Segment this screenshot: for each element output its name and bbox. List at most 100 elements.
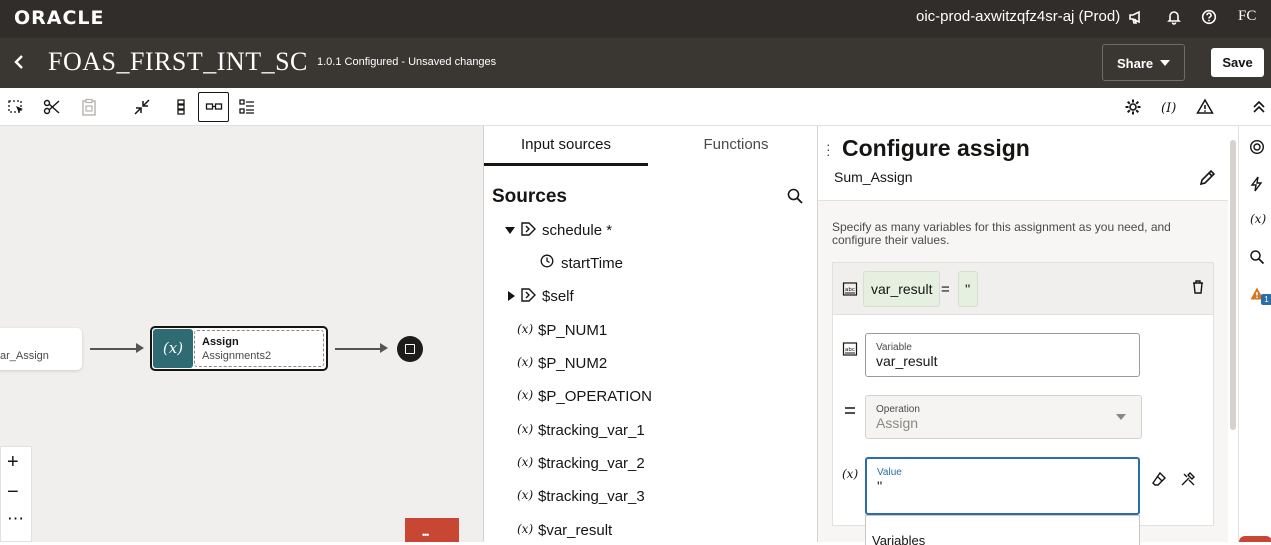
variable-field[interactable]: Variable var_result [865, 333, 1140, 377]
chevron-down-icon [1160, 60, 1170, 66]
value-suggestions-dropdown[interactable]: Variables [865, 515, 1140, 545]
summary-equals: = [941, 281, 950, 298]
chevron-up-icon[interactable] [1250, 98, 1268, 116]
horizontal-layout-toggle[interactable] [198, 92, 229, 122]
help-icon[interactable] [1201, 9, 1217, 25]
source-item[interactable]: $P_NUM2 [538, 355, 607, 372]
bell-icon[interactable] [1166, 9, 1182, 25]
variable-icon: (x) [517, 355, 534, 369]
summary-variable: var_result [863, 271, 941, 307]
user-avatar[interactable]: FC [1238, 8, 1256, 25]
zoom-out-button[interactable]: − [7, 481, 19, 504]
vertical-layout-icon[interactable] [172, 98, 190, 116]
source-item[interactable]: $tracking_var_2 [538, 455, 645, 472]
instructions: Specify as many variables for this assig… [832, 220, 1171, 247]
string-type-icon: abc [842, 342, 858, 356]
eraser-icon[interactable] [1151, 471, 1167, 487]
select-icon[interactable] [7, 98, 25, 116]
gear-icon[interactable] [1124, 98, 1142, 116]
previous-node-label: ar_Assign [0, 350, 49, 362]
cut-icon[interactable] [43, 98, 61, 116]
summary-value: '' [958, 271, 978, 307]
connector-line [335, 348, 381, 350]
back-icon[interactable] [10, 51, 28, 73]
schema-icon [521, 288, 536, 302]
version-status: 1.0.1 Configured - Unsaved changes [317, 56, 497, 68]
save-button[interactable]: Save [1211, 48, 1264, 77]
source-item[interactable]: $tracking_var_3 [538, 488, 645, 505]
svg-text:(I): (I) [1161, 101, 1176, 116]
source-item[interactable]: $var_result [538, 522, 612, 539]
previous-node[interactable]: ar_Assign [0, 328, 82, 370]
dropdown-group-label: Variables [872, 533, 926, 545]
equals-icon [845, 407, 855, 414]
variable-icon: (x) [517, 522, 534, 536]
search-icon[interactable] [786, 187, 804, 205]
horizontal-layout-icon [205, 103, 223, 110]
string-type-icon: abc [842, 282, 858, 296]
canvas-toolbar: (I) [0, 88, 1271, 126]
integration-canvas[interactable]: ar_Assign (x) Assign Assignments2 + − ⋯ [0, 126, 483, 542]
variable-icon: (x) [842, 467, 859, 481]
operation-select: Operation Assign [865, 395, 1142, 439]
target-icon[interactable] [1249, 139, 1265, 155]
tab-functions[interactable]: Functions [654, 126, 818, 166]
variable-icon[interactable]: (x) [1250, 212, 1266, 226]
rail-error-tab[interactable] [1239, 536, 1271, 542]
connector-arrow [136, 343, 144, 353]
tab-input-sources[interactable]: Input sources [484, 126, 648, 166]
expand-chevron-icon[interactable] [508, 291, 515, 301]
error-node[interactable] [405, 518, 459, 542]
variable-icon: (x) [517, 322, 534, 336]
paste-icon[interactable] [80, 98, 98, 116]
announcement-icon[interactable] [1128, 9, 1144, 25]
zoom-controls: + − ⋯ [0, 446, 32, 542]
right-rail: (x) 1 [1238, 126, 1271, 542]
variables-icon[interactable]: (I) [1160, 98, 1178, 116]
assign-node[interactable]: (x) Assign Assignments2 [150, 326, 328, 371]
source-item[interactable]: startTime [561, 255, 623, 272]
configure-body: Specify as many variables for this assig… [818, 200, 1238, 545]
search-icon[interactable] [1249, 249, 1265, 265]
schema-icon [521, 222, 536, 236]
zoom-in-button[interactable]: + [7, 451, 19, 474]
assignment-card: abc var_result = '' abc Variable var_res… [832, 262, 1214, 545]
list-layout-icon[interactable] [238, 98, 256, 116]
expand-chevron-icon[interactable] [505, 227, 515, 234]
assignment-summary[interactable]: abc var_result = '' [833, 263, 1213, 315]
collapse-icon[interactable] [133, 98, 151, 116]
share-label: Share [1117, 56, 1154, 71]
trash-icon[interactable] [1191, 279, 1205, 295]
source-item[interactable]: schedule * [542, 222, 612, 239]
integration-titlebar: FOAS_FIRST_INT_SC 1.0.1 Configured - Uns… [0, 38, 1271, 88]
share-button[interactable]: Share [1102, 44, 1185, 81]
drag-handle-icon[interactable]: · · · [826, 137, 831, 161]
end-node[interactable] [397, 336, 423, 362]
source-item[interactable]: $tracking_var_1 [538, 422, 645, 439]
operation-field-label: Operation [876, 404, 920, 415]
warning-icon[interactable] [1196, 98, 1214, 116]
assign-node-subtitle: Assignments2 [202, 350, 272, 362]
source-item[interactable]: $P_NUM1 [538, 322, 607, 339]
more-options-button[interactable]: ⋯ [7, 509, 24, 529]
oracle-logo: ORACLE [14, 7, 105, 29]
lightning-icon[interactable] [1249, 176, 1265, 192]
integration-name: FOAS_FIRST_INT_SC [48, 47, 308, 76]
pencil-icon[interactable] [1198, 169, 1216, 187]
scrollbar-thumb[interactable] [1230, 140, 1236, 430]
action-name: Sum_Assign [834, 169, 913, 185]
value-field-label: Value [877, 467, 902, 478]
variable-icon: (x) [517, 388, 534, 402]
operation-field-value: Assign [876, 415, 919, 431]
warning-count-badge: 1 [1261, 294, 1271, 305]
value-field[interactable]: Value '' [865, 457, 1140, 515]
panel-scrollbar[interactable] [1228, 126, 1238, 542]
assign-node-title: Assign [202, 336, 239, 348]
source-item[interactable]: $self [542, 288, 574, 305]
variable-field-value: var_result [876, 353, 938, 369]
mapper-tools-icon[interactable] [1180, 471, 1196, 487]
sources-heading: Sources [492, 186, 567, 207]
chevron-down-icon [1116, 414, 1126, 420]
source-item[interactable]: $P_OPERATION [538, 388, 652, 405]
svg-text:abc: abc [845, 287, 855, 293]
